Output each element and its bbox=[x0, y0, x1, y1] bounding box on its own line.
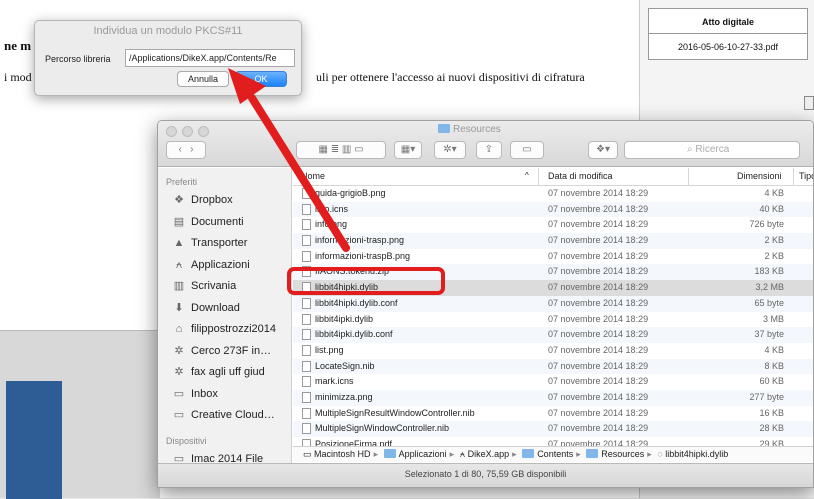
arrow-shaft bbox=[248, 94, 350, 252]
red-arrow-annotation bbox=[228, 68, 350, 252]
arrow-head bbox=[228, 68, 266, 104]
